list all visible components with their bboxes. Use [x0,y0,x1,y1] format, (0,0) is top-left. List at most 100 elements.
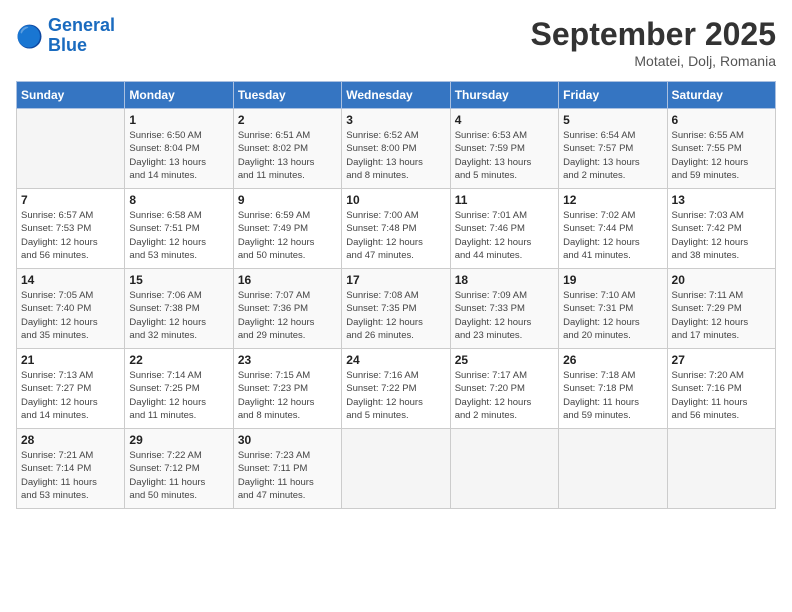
calendar-cell: 21 Sunrise: 7:13 AM Sunset: 7:27 PM Dayli… [17,349,125,429]
logo-icon: 🔵 [16,22,44,50]
day-info: Sunrise: 6:54 AM Sunset: 7:57 PM Dayligh… [563,129,662,182]
day-number: 29 [129,433,228,447]
calendar-cell: 6 Sunrise: 6:55 AM Sunset: 7:55 PM Daylig… [667,109,775,189]
calendar-cell: 8 Sunrise: 6:58 AM Sunset: 7:51 PM Daylig… [125,189,233,269]
calendar-cell: 12 Sunrise: 7:02 AM Sunset: 7:44 PM Dayli… [559,189,667,269]
calendar-cell: 11 Sunrise: 7:01 AM Sunset: 7:46 PM Dayli… [450,189,558,269]
calendar-cell [17,109,125,189]
calendar-cell: 25 Sunrise: 7:17 AM Sunset: 7:20 PM Dayli… [450,349,558,429]
day-info: Sunrise: 7:20 AM Sunset: 7:16 PM Dayligh… [672,369,771,422]
day-number: 11 [455,193,554,207]
day-number: 7 [21,193,120,207]
calendar-cell: 19 Sunrise: 7:10 AM Sunset: 7:31 PM Dayli… [559,269,667,349]
day-number: 14 [21,273,120,287]
calendar-cell: 30Sunrise: 7:23 AM Sunset: 7:11 PM Dayli… [233,429,341,509]
day-info: Sunrise: 7:00 AM Sunset: 7:48 PM Dayligh… [346,209,445,262]
day-info: Sunrise: 6:53 AM Sunset: 7:59 PM Dayligh… [455,129,554,182]
day-info: Sunrise: 7:13 AM Sunset: 7:27 PM Dayligh… [21,369,120,422]
calendar-cell: 13Sunrise: 7:03 AM Sunset: 7:42 PM Dayli… [667,189,775,269]
day-number: 10 [346,193,445,207]
calendar-cell [667,429,775,509]
weekday-header: Saturday [667,82,775,109]
calendar-cell [450,429,558,509]
day-info: Sunrise: 7:03 AM Sunset: 7:42 PM Dayligh… [672,209,771,262]
day-info: Sunrise: 7:22 AM Sunset: 7:12 PM Dayligh… [129,449,228,502]
calendar-cell: 18Sunrise: 7:09 AM Sunset: 7:33 PM Dayli… [450,269,558,349]
logo-text: General Blue [48,16,115,56]
day-info: Sunrise: 6:52 AM Sunset: 8:00 PM Dayligh… [346,129,445,182]
day-number: 22 [129,353,228,367]
calendar-cell: 14 Sunrise: 7:05 AM Sunset: 7:40 PM Dayli… [17,269,125,349]
weekday-header-row: SundayMondayTuesdayWednesdayThursdayFrid… [17,82,776,109]
day-number: 16 [238,273,337,287]
day-info: Sunrise: 7:02 AM Sunset: 7:44 PM Dayligh… [563,209,662,262]
day-info: Sunrise: 7:17 AM Sunset: 7:20 PM Dayligh… [455,369,554,422]
calendar-cell: 20Sunrise: 7:11 AM Sunset: 7:29 PM Dayli… [667,269,775,349]
day-info: Sunrise: 6:51 AM Sunset: 8:02 PM Dayligh… [238,129,337,182]
weekday-header: Wednesday [342,82,450,109]
weekday-header: Sunday [17,82,125,109]
day-number: 2 [238,113,337,127]
day-info: Sunrise: 7:11 AM Sunset: 7:29 PM Dayligh… [672,289,771,342]
day-number: 12 [563,193,662,207]
day-info: Sunrise: 7:08 AM Sunset: 7:35 PM Dayligh… [346,289,445,342]
weekday-header: Monday [125,82,233,109]
page-header: 🔵 General Blue September 2025 Motatei, D… [16,16,776,69]
day-info: Sunrise: 7:10 AM Sunset: 7:31 PM Dayligh… [563,289,662,342]
day-info: Sunrise: 6:57 AM Sunset: 7:53 PM Dayligh… [21,209,120,262]
day-number: 19 [563,273,662,287]
day-number: 4 [455,113,554,127]
calendar-cell: 27 Sunrise: 7:20 AM Sunset: 7:16 PM Dayli… [667,349,775,429]
day-info: Sunrise: 7:01 AM Sunset: 7:46 PM Dayligh… [455,209,554,262]
day-info: Sunrise: 7:06 AM Sunset: 7:38 PM Dayligh… [129,289,228,342]
calendar-cell: 28 Sunrise: 7:21 AM Sunset: 7:14 PM Dayli… [17,429,125,509]
calendar-week-row: 21 Sunrise: 7:13 AM Sunset: 7:27 PM Dayli… [17,349,776,429]
calendar-cell: 29 Sunrise: 7:22 AM Sunset: 7:12 PM Dayli… [125,429,233,509]
day-number: 24 [346,353,445,367]
day-number: 26 [563,353,662,367]
calendar-cell: 23Sunrise: 7:15 AM Sunset: 7:23 PM Dayli… [233,349,341,429]
day-info: Sunrise: 7:21 AM Sunset: 7:14 PM Dayligh… [21,449,120,502]
day-number: 3 [346,113,445,127]
day-number: 25 [455,353,554,367]
weekday-header: Friday [559,82,667,109]
day-info: Sunrise: 6:55 AM Sunset: 7:55 PM Dayligh… [672,129,771,182]
calendar-cell: 1 Sunrise: 6:50 AM Sunset: 8:04 PM Daylig… [125,109,233,189]
day-number: 28 [21,433,120,447]
day-number: 27 [672,353,771,367]
calendar-week-row: 1 Sunrise: 6:50 AM Sunset: 8:04 PM Daylig… [17,109,776,189]
day-number: 9 [238,193,337,207]
calendar-cell: 2 Sunrise: 6:51 AM Sunset: 8:02 PM Daylig… [233,109,341,189]
day-info: Sunrise: 7:07 AM Sunset: 7:36 PM Dayligh… [238,289,337,342]
day-info: Sunrise: 7:05 AM Sunset: 7:40 PM Dayligh… [21,289,120,342]
weekday-header: Tuesday [233,82,341,109]
day-info: Sunrise: 6:50 AM Sunset: 8:04 PM Dayligh… [129,129,228,182]
calendar-cell: 16 Sunrise: 7:07 AM Sunset: 7:36 PM Dayli… [233,269,341,349]
calendar-cell: 9Sunrise: 6:59 AM Sunset: 7:49 PM Daylig… [233,189,341,269]
day-info: Sunrise: 7:14 AM Sunset: 7:25 PM Dayligh… [129,369,228,422]
weekday-header: Thursday [450,82,558,109]
calendar-table: SundayMondayTuesdayWednesdayThursdayFrid… [16,81,776,509]
day-number: 18 [455,273,554,287]
calendar-week-row: 28 Sunrise: 7:21 AM Sunset: 7:14 PM Dayli… [17,429,776,509]
calendar-cell: 3 Sunrise: 6:52 AM Sunset: 8:00 PM Daylig… [342,109,450,189]
day-number: 6 [672,113,771,127]
day-number: 8 [129,193,228,207]
location: Motatei, Dolj, Romania [531,53,776,69]
calendar-cell: 7 Sunrise: 6:57 AM Sunset: 7:53 PM Daylig… [17,189,125,269]
day-info: Sunrise: 7:16 AM Sunset: 7:22 PM Dayligh… [346,369,445,422]
calendar-cell: 5 Sunrise: 6:54 AM Sunset: 7:57 PM Daylig… [559,109,667,189]
day-info: Sunrise: 7:15 AM Sunset: 7:23 PM Dayligh… [238,369,337,422]
calendar-week-row: 14 Sunrise: 7:05 AM Sunset: 7:40 PM Dayli… [17,269,776,349]
title-block: September 2025 Motatei, Dolj, Romania [531,16,776,69]
day-info: Sunrise: 6:58 AM Sunset: 7:51 PM Dayligh… [129,209,228,262]
day-number: 5 [563,113,662,127]
logo: 🔵 General Blue [16,16,115,56]
calendar-cell: 22 Sunrise: 7:14 AM Sunset: 7:25 PM Dayli… [125,349,233,429]
calendar-cell [342,429,450,509]
calendar-cell [559,429,667,509]
day-number: 1 [129,113,228,127]
calendar-week-row: 7 Sunrise: 6:57 AM Sunset: 7:53 PM Daylig… [17,189,776,269]
day-number: 21 [21,353,120,367]
day-number: 15 [129,273,228,287]
